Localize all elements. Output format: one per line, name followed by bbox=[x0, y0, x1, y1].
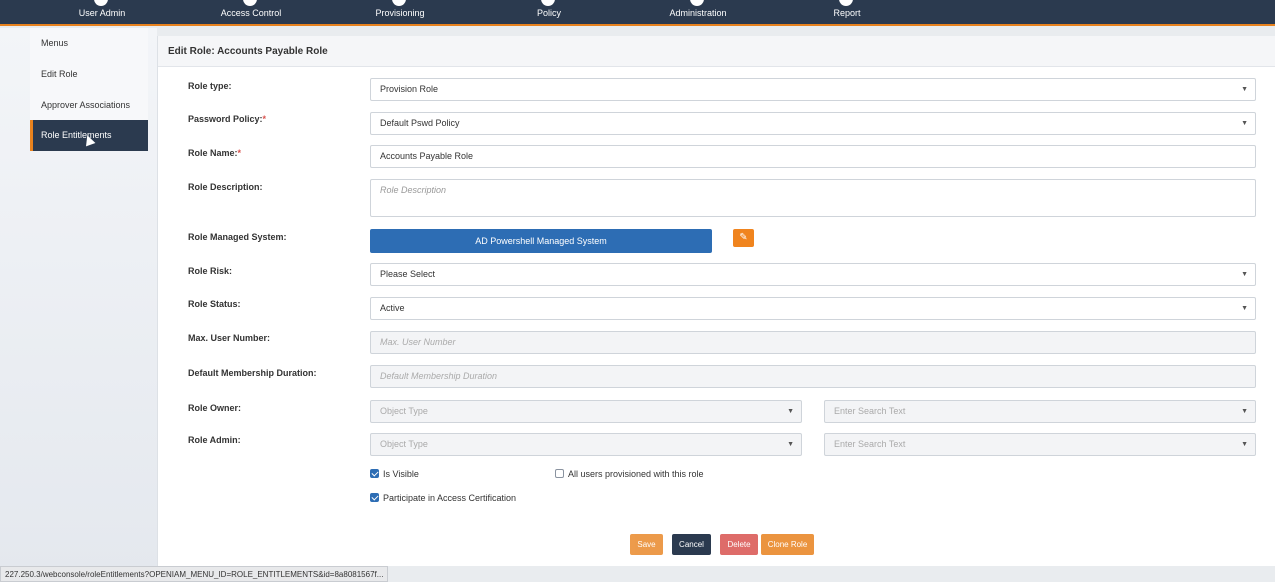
role-managed-system-button[interactable]: AD Powershell Managed System bbox=[370, 229, 712, 253]
nav-label: Access Control bbox=[220, 8, 282, 18]
role-status-label: Role Status: bbox=[188, 299, 241, 309]
role-admin-search-select[interactable]: Enter Search Text ▼ bbox=[824, 433, 1256, 456]
nav-access-control[interactable]: Access Control bbox=[191, 0, 311, 24]
key-icon bbox=[243, 0, 257, 6]
role-risk-select[interactable]: Please Select ▼ bbox=[370, 263, 1256, 286]
cancel-button[interactable]: Cancel bbox=[672, 534, 711, 555]
role-admin-label: Role Admin: bbox=[188, 435, 241, 445]
sidebar-item-approver-associations[interactable]: Approver Associations bbox=[30, 90, 148, 121]
role-owner-search-select[interactable]: Enter Search Text ▼ bbox=[824, 400, 1256, 423]
role-risk-value: Please Select bbox=[380, 269, 436, 279]
save-button[interactable]: Save bbox=[630, 534, 663, 555]
role-status-select[interactable]: Active ▼ bbox=[370, 297, 1256, 320]
all-users-provisioned-checkbox[interactable]: All users provisioned with this role bbox=[555, 468, 704, 480]
chevron-down-icon: ▼ bbox=[1241, 86, 1248, 93]
is-visible-label: Is Visible bbox=[383, 469, 419, 479]
role-status-value: Active bbox=[380, 303, 405, 313]
role-owner-object-type-value: Object Type bbox=[380, 406, 428, 416]
max-user-number-placeholder: Max. User Number bbox=[380, 337, 456, 347]
checkbox-unchecked-icon[interactable] bbox=[555, 469, 564, 478]
participate-access-certification-label: Participate in Access Certification bbox=[383, 493, 517, 503]
checkbox-checked-icon[interactable] bbox=[370, 469, 379, 478]
role-description-label: Role Description: bbox=[188, 182, 263, 192]
role-description-textarea[interactable]: Role Description bbox=[370, 179, 1256, 217]
nav-label: Policy bbox=[536, 8, 561, 18]
gear-icon bbox=[690, 0, 704, 6]
participate-access-certification-checkbox[interactable]: Participate in Access Certification bbox=[370, 492, 516, 504]
report-icon bbox=[839, 0, 853, 6]
default-membership-duration-label: Default Membership Duration: bbox=[188, 368, 317, 378]
nav-label: Provisioning bbox=[375, 8, 425, 18]
sidebar-item-edit-role[interactable]: Edit Role bbox=[30, 59, 148, 90]
panel-header: Edit Role: Accounts Payable Role bbox=[158, 36, 1275, 67]
chevron-down-icon: ▼ bbox=[1241, 305, 1248, 312]
chevron-down-icon: ▼ bbox=[787, 441, 794, 448]
role-managed-system-label: Role Managed System: bbox=[188, 232, 287, 242]
nav-user-admin[interactable]: User Admin bbox=[42, 0, 162, 24]
default-membership-duration-input[interactable]: Default Membership Duration bbox=[370, 365, 1256, 388]
policy-icon bbox=[541, 0, 555, 6]
chevron-down-icon: ▼ bbox=[1241, 441, 1248, 448]
role-name-label: Role Name:* bbox=[188, 148, 242, 158]
chevron-down-icon: ▼ bbox=[1241, 120, 1248, 127]
role-name-value: Accounts Payable Role bbox=[380, 151, 474, 161]
chevron-down-icon: ▼ bbox=[787, 408, 794, 415]
role-owner-search-value: Enter Search Text bbox=[834, 406, 906, 416]
is-visible-checkbox[interactable]: Is Visible bbox=[370, 468, 419, 480]
role-risk-label: Role Risk: bbox=[188, 266, 233, 276]
chevron-down-icon: ▼ bbox=[1241, 408, 1248, 415]
role-admin-object-type-value: Object Type bbox=[380, 439, 428, 449]
max-user-number-label: Max. User Number: bbox=[188, 333, 271, 343]
nav-policy[interactable]: Policy bbox=[489, 0, 609, 24]
checkbox-checked-icon[interactable] bbox=[370, 493, 379, 502]
role-admin-object-type-select[interactable]: Object Type ▼ bbox=[370, 433, 802, 456]
pencil-icon[interactable]: ✎ bbox=[733, 229, 754, 247]
provisioning-icon bbox=[392, 0, 406, 6]
max-user-number-input[interactable]: Max. User Number bbox=[370, 331, 1256, 354]
all-users-provisioned-label: All users provisioned with this role bbox=[568, 469, 704, 479]
role-type-value: Provision Role bbox=[380, 84, 439, 94]
password-policy-select[interactable]: Default Pswd Policy ▼ bbox=[370, 112, 1256, 135]
role-name-input[interactable]: Accounts Payable Role bbox=[370, 145, 1256, 168]
browser-status-url: 227.250.3/webconsole/roleEntitlements?OP… bbox=[0, 566, 389, 582]
nav-provisioning[interactable]: Provisioning bbox=[340, 0, 460, 24]
role-owner-label: Role Owner: bbox=[188, 403, 242, 413]
nav-label: User Admin bbox=[78, 8, 126, 18]
role-type-label: Role type: bbox=[188, 81, 232, 91]
role-type-select[interactable]: Provision Role ▼ bbox=[370, 78, 1256, 101]
clone-role-button[interactable]: Clone Role bbox=[761, 534, 814, 555]
delete-button[interactable]: Delete bbox=[720, 534, 758, 555]
default-membership-duration-placeholder: Default Membership Duration bbox=[380, 371, 498, 381]
nav-label: Report bbox=[833, 8, 861, 18]
password-policy-label: Password Policy:* bbox=[188, 114, 267, 124]
role-admin-search-value: Enter Search Text bbox=[834, 439, 906, 449]
user-icon bbox=[94, 0, 108, 6]
sidebar: Menus Edit Role Approver Associations Ro… bbox=[0, 28, 157, 582]
page-title: Edit Role: Accounts Payable Role bbox=[168, 46, 328, 57]
nav-administration[interactable]: Administration bbox=[638, 0, 758, 24]
nav-label: Administration bbox=[669, 8, 727, 18]
role-description-placeholder: Role Description bbox=[380, 185, 447, 195]
top-navigation: User Admin Access Control Provisioning P… bbox=[0, 0, 1275, 26]
chevron-down-icon: ▼ bbox=[1241, 271, 1248, 278]
nav-report[interactable]: Report bbox=[787, 0, 907, 24]
password-policy-value: Default Pswd Policy bbox=[380, 118, 460, 128]
role-owner-object-type-select[interactable]: Object Type ▼ bbox=[370, 400, 802, 423]
sidebar-item-menus[interactable]: Menus bbox=[30, 28, 148, 59]
